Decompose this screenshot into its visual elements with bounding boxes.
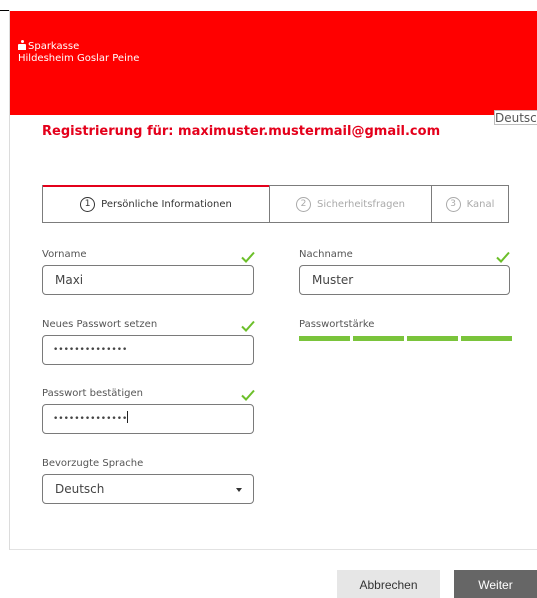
preferred-language-select[interactable]: Deutsch xyxy=(42,474,254,504)
checkmark-icon xyxy=(496,251,510,263)
strength-segment xyxy=(461,336,512,341)
preferred-language-label: Bevorzugte Sprache xyxy=(42,458,144,469)
step-personal-information[interactable]: 1 Persönliche Informationen xyxy=(43,185,269,222)
strength-segment xyxy=(353,336,404,341)
language-selector[interactable]: Deutsch xyxy=(494,110,537,125)
brand-name: Sparkasse xyxy=(28,41,80,52)
confirm-password-input[interactable]: •••••••••••••• xyxy=(42,404,254,434)
brand: Sparkasse Hildesheim Goslar Peine xyxy=(18,40,139,65)
password-input[interactable]: •••••••••••••• xyxy=(42,335,254,365)
lastname-label: Nachname xyxy=(299,249,353,260)
password-strength-label: Passwortstärke xyxy=(299,319,375,330)
preferred-language-value: Deutsch xyxy=(55,482,105,496)
step-label: Persönliche Informationen xyxy=(101,199,232,210)
step-channel[interactable]: 3 Kanal xyxy=(431,186,508,222)
brand-header: Sparkasse Hildesheim Goslar Peine Deutsc… xyxy=(10,11,537,125)
step-number: 2 xyxy=(295,196,311,212)
confirm-password-value: •••••••••••••• xyxy=(53,414,128,424)
checkmark-icon xyxy=(241,320,255,332)
lastname-input[interactable]: Muster xyxy=(299,265,510,295)
registration-title: Registrierung für: maximuster.mustermail… xyxy=(42,124,441,139)
chevron-down-icon xyxy=(236,488,242,492)
next-button[interactable]: Weiter xyxy=(454,570,537,598)
strength-segment xyxy=(407,336,458,341)
confirm-password-label: Passwort bestätigen xyxy=(42,388,143,399)
registration-page: Sparkasse Hildesheim Goslar Peine Deutsc… xyxy=(0,0,537,598)
text-cursor xyxy=(127,411,129,423)
password-label: Neues Passwort setzen xyxy=(42,319,158,330)
firstname-input[interactable]: Maxi xyxy=(42,265,254,295)
strength-segment xyxy=(299,336,350,341)
step-indicator: 1 Persönliche Informationen 2 Sicherheit… xyxy=(42,185,509,223)
step-number: 3 xyxy=(445,196,461,212)
brand-region: Hildesheim Goslar Peine xyxy=(18,53,140,64)
cancel-button[interactable]: Abbrechen xyxy=(337,570,440,598)
step-number: 1 xyxy=(80,197,96,212)
password-strength-meter xyxy=(299,336,512,341)
step-security-questions[interactable]: 2 Sicherheitsfragen xyxy=(269,186,431,222)
step-label: Sicherheitsfragen xyxy=(316,198,406,210)
firstname-label: Vorname xyxy=(42,249,87,260)
checkmark-icon xyxy=(241,389,255,401)
checkmark-icon xyxy=(241,251,255,263)
sparkasse-logo-icon xyxy=(18,40,26,50)
step-label: Kanal xyxy=(466,198,495,210)
footer-divider xyxy=(10,549,537,550)
